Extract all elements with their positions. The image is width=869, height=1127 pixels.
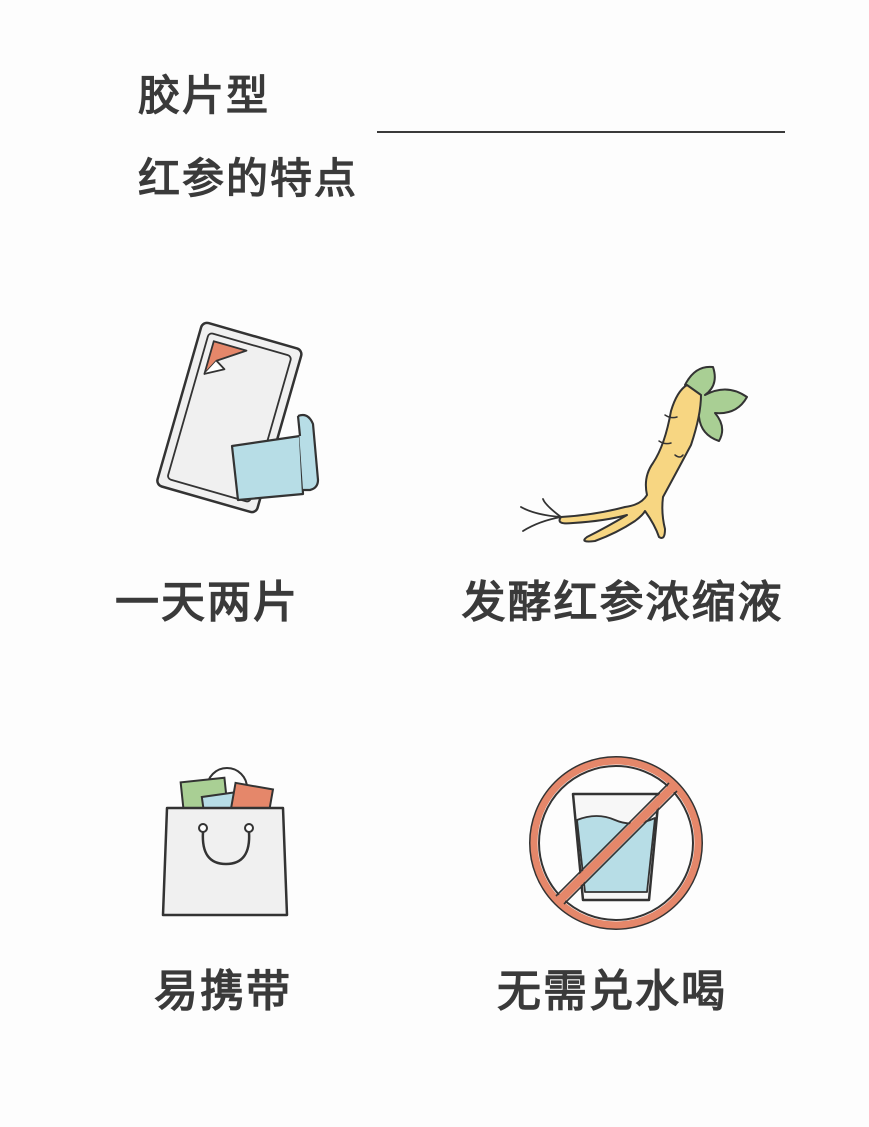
feature-label-portable: 易携带: [154, 966, 292, 1017]
feature-label-once-daily: 一天两片: [115, 577, 299, 628]
feature-label-fermented-extract: 发酵红参浓缩液: [461, 577, 784, 628]
title-line-1: 胶片型: [138, 71, 271, 120]
title-rule: [377, 131, 785, 133]
no-water-icon: [529, 756, 703, 930]
feature-label-no-water: 无需兑水喝: [497, 966, 727, 1017]
film-packet-icon: [156, 321, 320, 514]
title-line-2: 红参的特点: [138, 154, 359, 203]
ginseng-root-icon: [520, 365, 748, 543]
shopping-bag-icon: [161, 767, 289, 917]
